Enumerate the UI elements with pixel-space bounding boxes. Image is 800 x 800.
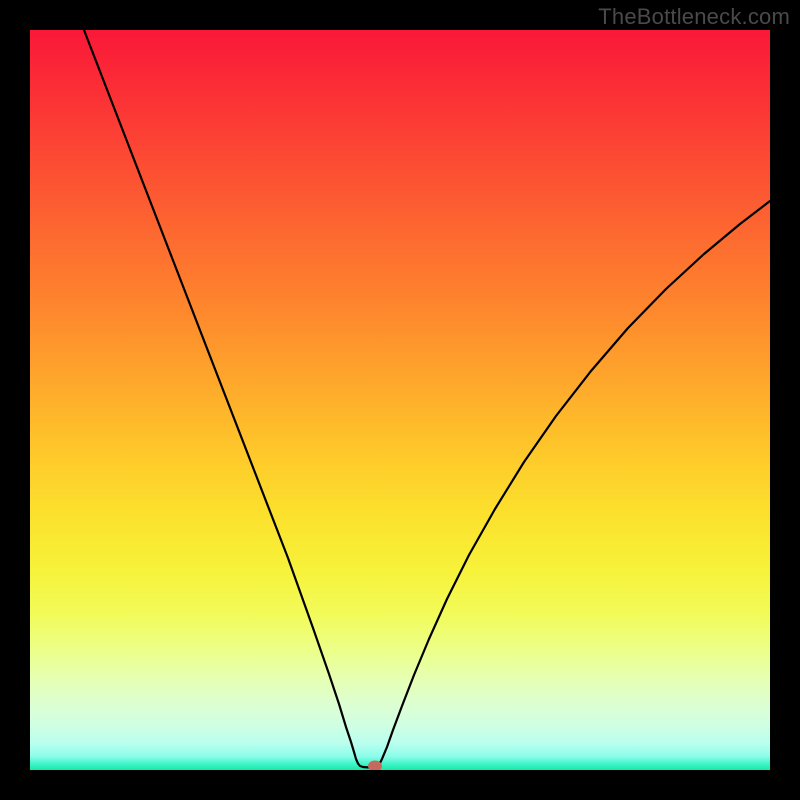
plot-area [30,30,770,770]
chart-stage: TheBottleneck.com [0,0,800,800]
watermark-text: TheBottleneck.com [598,4,790,30]
bottleneck-curve [30,30,770,770]
min-marker [368,761,382,771]
curve-path [84,30,770,768]
